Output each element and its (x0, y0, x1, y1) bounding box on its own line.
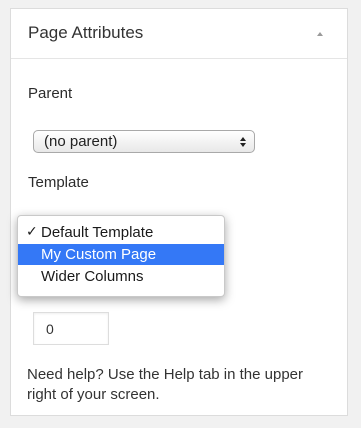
template-option-my-custom-page[interactable]: My Custom Page (18, 244, 224, 265)
caret-up-icon[interactable] (315, 29, 325, 39)
metabox-header[interactable]: Page Attributes (11, 9, 347, 59)
select-stepper-icon (240, 137, 246, 147)
help-text: Need help? Use the Help tab in the upper… (27, 366, 304, 403)
checkmark-icon: ✓ (26, 223, 38, 239)
template-label: Template (28, 174, 89, 191)
template-option-label: Default Template (41, 224, 154, 241)
template-option-default[interactable]: ✓ Default Template (18, 222, 224, 243)
template-dropdown-menu: ✓ Default Template My Custom Page Wider … (17, 215, 225, 297)
template-option-label: Wider Columns (41, 268, 144, 285)
metabox-title: Page Attributes (28, 23, 144, 42)
page-attributes-metabox: Page Attributes Parent (no parent) Templ… (10, 8, 348, 416)
template-option-wider-columns[interactable]: Wider Columns (18, 266, 224, 287)
template-option-label: My Custom Page (41, 246, 157, 263)
parent-label: Parent (28, 85, 73, 102)
order-input[interactable] (33, 312, 109, 345)
parent-select[interactable]: (no parent) (33, 130, 255, 153)
parent-select-value: (no parent) (44, 133, 118, 150)
